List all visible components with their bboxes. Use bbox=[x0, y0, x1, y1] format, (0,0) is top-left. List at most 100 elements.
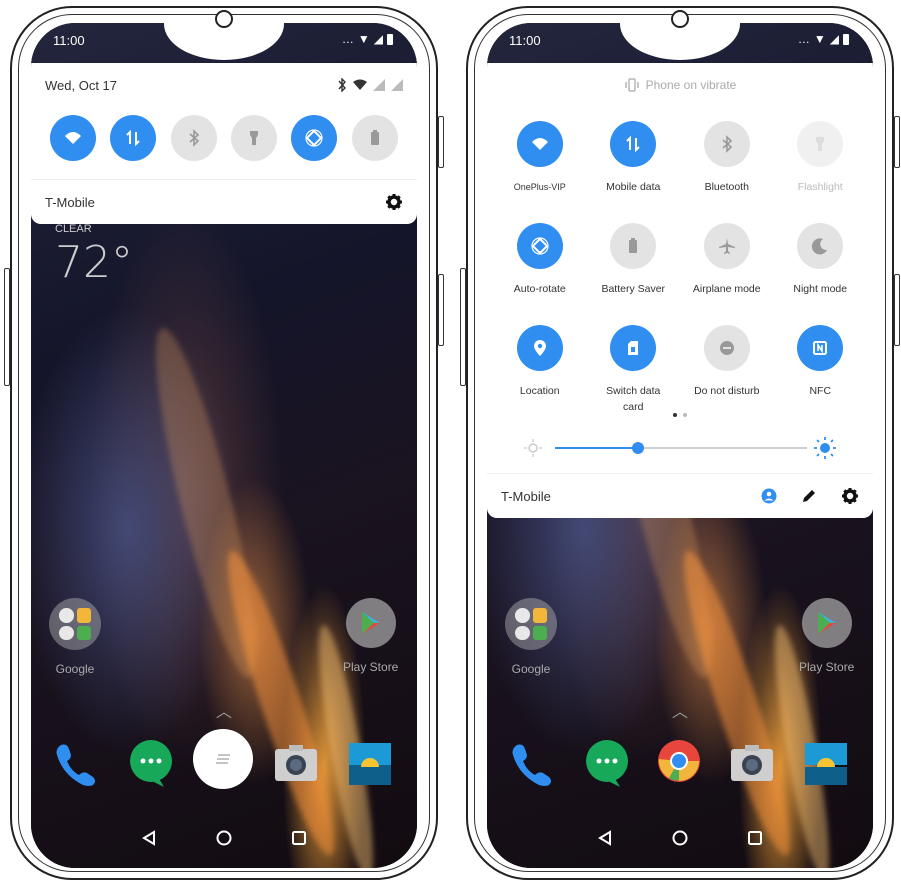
tile-night-mode[interactable]: Night mode bbox=[774, 223, 868, 315]
flashlight-tile[interactable] bbox=[231, 115, 278, 161]
tile-flashlight[interactable]: Flashlight bbox=[774, 121, 868, 213]
volume-button bbox=[4, 268, 10, 386]
chrome-app-icon[interactable] bbox=[657, 739, 701, 788]
tile-switch-data-card[interactable]: Switch data card bbox=[587, 325, 681, 417]
gallery-app-icon[interactable] bbox=[805, 743, 847, 790]
app-drawer-chevron-icon[interactable]: ︿ bbox=[672, 698, 688, 722]
nfc-tile[interactable] bbox=[797, 325, 844, 371]
messages-app-icon[interactable] bbox=[128, 739, 174, 794]
do-not-disturb-tile[interactable] bbox=[703, 325, 750, 371]
footer-actions bbox=[761, 487, 859, 505]
gallery-app-icon[interactable] bbox=[349, 743, 391, 790]
wifi-tile[interactable] bbox=[50, 115, 97, 161]
play-store-label: Play Store bbox=[799, 660, 855, 674]
wifi-tile[interactable] bbox=[516, 121, 563, 167]
google-folder-icon bbox=[505, 598, 557, 650]
brightness-low-icon bbox=[524, 439, 542, 457]
weather-temperature[interactable]: 72° bbox=[55, 237, 133, 288]
cell-signal-icon: ◢ bbox=[829, 32, 839, 46]
left-phone: 11:00 … ▼ ◢ CLEAR 72° Wed, Oct 17 T-Mobi… bbox=[4, 6, 444, 880]
brightness-slider[interactable] bbox=[487, 423, 873, 473]
tile-label: OnePlus-VIP bbox=[513, 182, 566, 192]
header-status-icons bbox=[337, 78, 403, 92]
play-store-app[interactable]: Play Store bbox=[343, 598, 398, 674]
tile-label: Do not disturb bbox=[694, 385, 760, 397]
mobile-data-tile[interactable] bbox=[110, 115, 157, 161]
battery-saver-tile[interactable] bbox=[351, 115, 398, 161]
google-folder[interactable]: Google bbox=[49, 598, 101, 676]
app-drawer-chevron-icon[interactable]: ︿ bbox=[216, 698, 232, 722]
recents-icon[interactable] bbox=[747, 830, 763, 846]
google-folder[interactable]: Google bbox=[505, 598, 557, 676]
tile-wifi[interactable]: OnePlus-VIP bbox=[493, 121, 587, 213]
dock bbox=[31, 729, 417, 794]
tile-auto-rotate[interactable]: Auto-rotate bbox=[493, 223, 587, 315]
tile-mobile-data[interactable]: Mobile data bbox=[587, 121, 681, 213]
wifi-icon bbox=[531, 138, 548, 150]
tile-label: Flashlight bbox=[797, 181, 843, 193]
quick-tiles-row bbox=[31, 107, 417, 179]
flashlight-tile[interactable] bbox=[797, 121, 844, 167]
home-icon[interactable] bbox=[672, 830, 688, 846]
airplane-tile[interactable] bbox=[703, 223, 750, 269]
switch-data-card-tile[interactable] bbox=[610, 325, 657, 371]
home-icon[interactable] bbox=[216, 830, 232, 846]
flashlight-icon bbox=[250, 131, 259, 145]
camera-app-icon[interactable] bbox=[273, 743, 319, 788]
back-icon[interactable] bbox=[597, 830, 613, 846]
battery-icon bbox=[843, 33, 849, 45]
auto-rotate-icon bbox=[531, 237, 549, 255]
tile-label: Auto-rotate bbox=[513, 283, 566, 295]
google-folder-label: Google bbox=[511, 662, 551, 676]
expanded-quick-settings-panel: Phone on vibrate OnePlus-VIP Mobile data… bbox=[487, 63, 873, 518]
search-lines-icon bbox=[216, 754, 230, 764]
play-store-app[interactable]: Play Store bbox=[799, 598, 854, 674]
battery-saver-icon bbox=[629, 238, 638, 253]
night-mode-icon bbox=[812, 238, 828, 255]
settings-gear-icon[interactable] bbox=[385, 193, 403, 211]
settings-gear-icon[interactable] bbox=[841, 487, 859, 505]
quick-tiles-grid: OnePlus-VIP Mobile data Bluetooth Flashl… bbox=[487, 107, 873, 417]
tile-do-not-disturb[interactable]: Do not disturb bbox=[680, 325, 774, 417]
nfc-icon bbox=[813, 341, 828, 355]
back-icon[interactable] bbox=[141, 830, 157, 846]
panel-footer: T-Mobile bbox=[487, 473, 873, 518]
recents-icon[interactable] bbox=[291, 830, 307, 846]
bluetooth-tile[interactable] bbox=[703, 121, 750, 167]
tile-label: Switch data card bbox=[606, 385, 661, 413]
battery-saver-tile[interactable] bbox=[610, 223, 657, 269]
bluetooth-tile[interactable] bbox=[170, 115, 217, 161]
brightness-thumb[interactable] bbox=[632, 442, 645, 454]
night-mode-tile[interactable] bbox=[797, 223, 844, 269]
tile-location[interactable]: Location bbox=[493, 325, 587, 417]
power-button-lower bbox=[894, 274, 900, 346]
power-button-lower bbox=[438, 274, 444, 346]
user-account-icon[interactable] bbox=[761, 488, 777, 504]
wifi-icon bbox=[353, 79, 367, 90]
phone-app-icon[interactable] bbox=[53, 741, 99, 792]
location-tile[interactable] bbox=[516, 325, 563, 371]
messages-app-icon[interactable] bbox=[584, 739, 630, 794]
mobile-data-tile[interactable] bbox=[610, 121, 657, 167]
tile-bluetooth[interactable]: Bluetooth bbox=[680, 121, 774, 213]
quick-settings-panel: Wed, Oct 17 T-Mobile bbox=[31, 63, 417, 224]
camera-app-icon[interactable] bbox=[729, 743, 775, 788]
search-bubble-button[interactable] bbox=[193, 729, 253, 789]
mobile-data-icon bbox=[626, 135, 640, 153]
tile-battery-saver[interactable]: Battery Saver bbox=[587, 223, 681, 315]
google-folder-icon bbox=[49, 598, 101, 650]
date-label: Wed, Oct 17 bbox=[45, 77, 118, 93]
auto-rotate-tile[interactable] bbox=[516, 223, 563, 269]
tile-nfc[interactable]: NFC bbox=[774, 325, 868, 417]
cell-signal-2-icon bbox=[391, 79, 403, 91]
tile-airplane-mode[interactable]: Airplane mode bbox=[680, 223, 774, 315]
phone-app-icon[interactable] bbox=[509, 741, 555, 792]
auto-rotate-tile[interactable] bbox=[291, 115, 338, 161]
edit-pencil-icon[interactable] bbox=[801, 488, 817, 504]
tile-label: Location bbox=[519, 385, 560, 397]
brightness-auto-icon[interactable] bbox=[813, 436, 837, 460]
vibrate-status: Phone on vibrate bbox=[487, 63, 873, 107]
bluetooth-icon bbox=[189, 129, 199, 147]
carrier-label: T-Mobile bbox=[45, 194, 95, 210]
front-camera bbox=[215, 10, 233, 28]
